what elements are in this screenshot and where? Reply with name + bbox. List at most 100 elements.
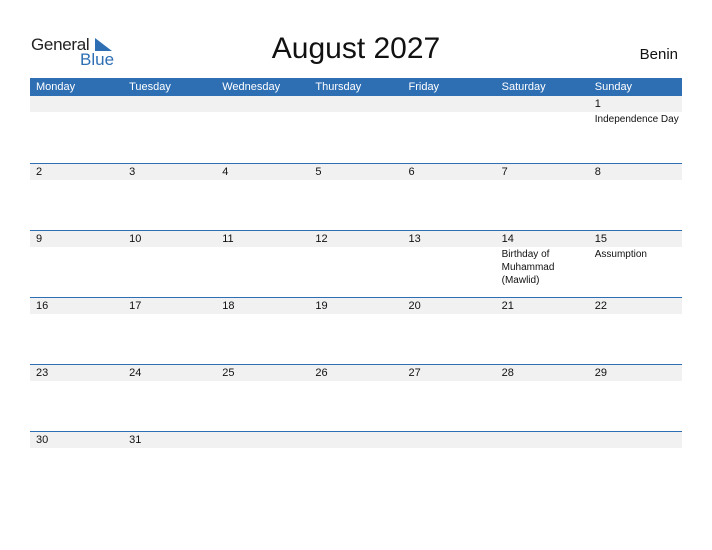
day-cell [30,96,123,126]
day-number: 15 [594,233,607,245]
week-days: 23 24 25 26 27 28 29 [30,365,682,381]
week-row: 30 31 [30,431,682,498]
day-cell: 13 [403,231,496,287]
week-days: 2 3 4 5 6 7 8 [30,164,682,180]
day-number: 30 [36,434,49,446]
day-number: 3 [129,166,136,178]
day-cell: 8 [589,164,682,180]
day-cell: 29 [589,365,682,381]
day-number: 8 [594,166,601,178]
day-cell [403,96,496,126]
day-cell: 21 [496,298,589,314]
day-number [36,96,123,112]
day-number [315,432,402,448]
day-cell [123,96,216,126]
weekday-monday: Monday [36,81,76,93]
week-days: 16 17 18 19 20 21 22 [30,298,682,314]
weekday-friday: Friday [408,81,440,93]
weekday-wednesday: Wednesday [222,81,281,93]
day-cell: 28 [496,365,589,381]
day-number: 5 [315,166,322,178]
day-number: 11 [222,233,234,245]
day-number: 26 [315,367,328,379]
day-cell [309,432,402,448]
day-cell [496,432,589,448]
calendar-title: August 2027 [271,32,441,65]
holiday-label: Assumption [594,249,647,260]
day-number: 21 [501,300,514,312]
day-number [222,432,309,448]
day-number: 18 [222,300,235,312]
day-number: 19 [315,300,328,312]
day-cell [216,96,309,126]
week-row: 16 17 18 19 20 21 22 [30,297,682,364]
day-cell [589,432,682,448]
day-number [502,432,589,448]
day-cell: 26 [309,365,402,381]
day-number [502,96,589,112]
week-days: 9 10 11 12 13 14 Birthday of Muhammad (Mawlid)… [30,231,682,287]
day-cell: 15 Assumption [589,231,682,287]
weekday-sunday: Sunday [594,81,633,93]
day-cell: 4 [216,164,309,180]
day-number [129,96,216,112]
day-cell: 12 [309,231,402,287]
day-cell: 16 [30,298,123,314]
weekday-saturday: Saturday [501,81,546,93]
weekday-tuesday: Tuesday [129,81,171,93]
day-cell: 22 [589,298,682,314]
day-number: 7 [501,166,508,178]
day-number: 27 [408,367,421,379]
day-number [315,96,402,112]
day-cell: 2 [30,164,123,180]
day-number: 12 [315,233,328,245]
day-number: 24 [129,367,142,379]
day-number: 20 [408,300,421,312]
day-cell: 5 [309,164,402,180]
day-number [409,432,496,448]
day-cell: 30 [30,432,123,448]
day-cell: 6 [403,164,496,180]
holiday-label: Birthday of Muhammad (Mawlid) [501,249,555,286]
week-row: 2 3 4 5 6 7 8 [30,163,682,230]
week-row: 9 10 11 12 13 14 Birthday of Muhammad (Mawlid)… [30,230,682,297]
day-number: 2 [36,166,43,178]
day-cell: 11 [216,231,309,287]
day-number: 29 [594,367,607,379]
holiday-label: Independence Day [594,114,679,125]
day-number: 16 [36,300,49,312]
day-number: 9 [36,233,43,245]
week-days: 1 Independence Day [30,96,682,126]
day-cell: 10 [123,231,216,287]
week-row: 1 Independence Day [30,96,682,163]
day-number: 6 [408,166,415,178]
day-cell: 17 [123,298,216,314]
day-number [222,96,309,112]
day-cell [309,96,402,126]
day-cell: 20 [403,298,496,314]
day-number: 4 [222,166,229,178]
weekday-header: Monday Tuesday Wednesday Thursday Friday… [30,78,682,96]
day-cell [216,432,309,448]
day-number: 13 [408,233,421,245]
day-number: 1 [594,98,601,110]
day-number: 17 [129,300,142,312]
day-cell: 25 [216,365,309,381]
week-days: 30 31 [30,432,682,448]
weekday-thursday: Thursday [315,81,362,93]
day-number: 23 [36,367,49,379]
day-cell: 31 [123,432,216,448]
day-number: 28 [501,367,514,379]
day-cell: 14 Birthday of Muhammad (Mawlid) [496,231,589,287]
day-cell: 18 [216,298,309,314]
day-cell [403,432,496,448]
day-number [595,432,682,448]
day-cell: 24 [123,365,216,381]
day-number: 25 [222,367,235,379]
day-cell: 27 [403,365,496,381]
country-label: Benin [639,46,678,63]
day-cell: 1 Independence Day [589,96,682,126]
day-cell: 3 [123,164,216,180]
weeks-container: 1 Independence Day 2 3 4 5 6 7 8 9 10 11 12 13 14 Birth… [30,96,682,498]
day-number: 14 [501,233,514,245]
